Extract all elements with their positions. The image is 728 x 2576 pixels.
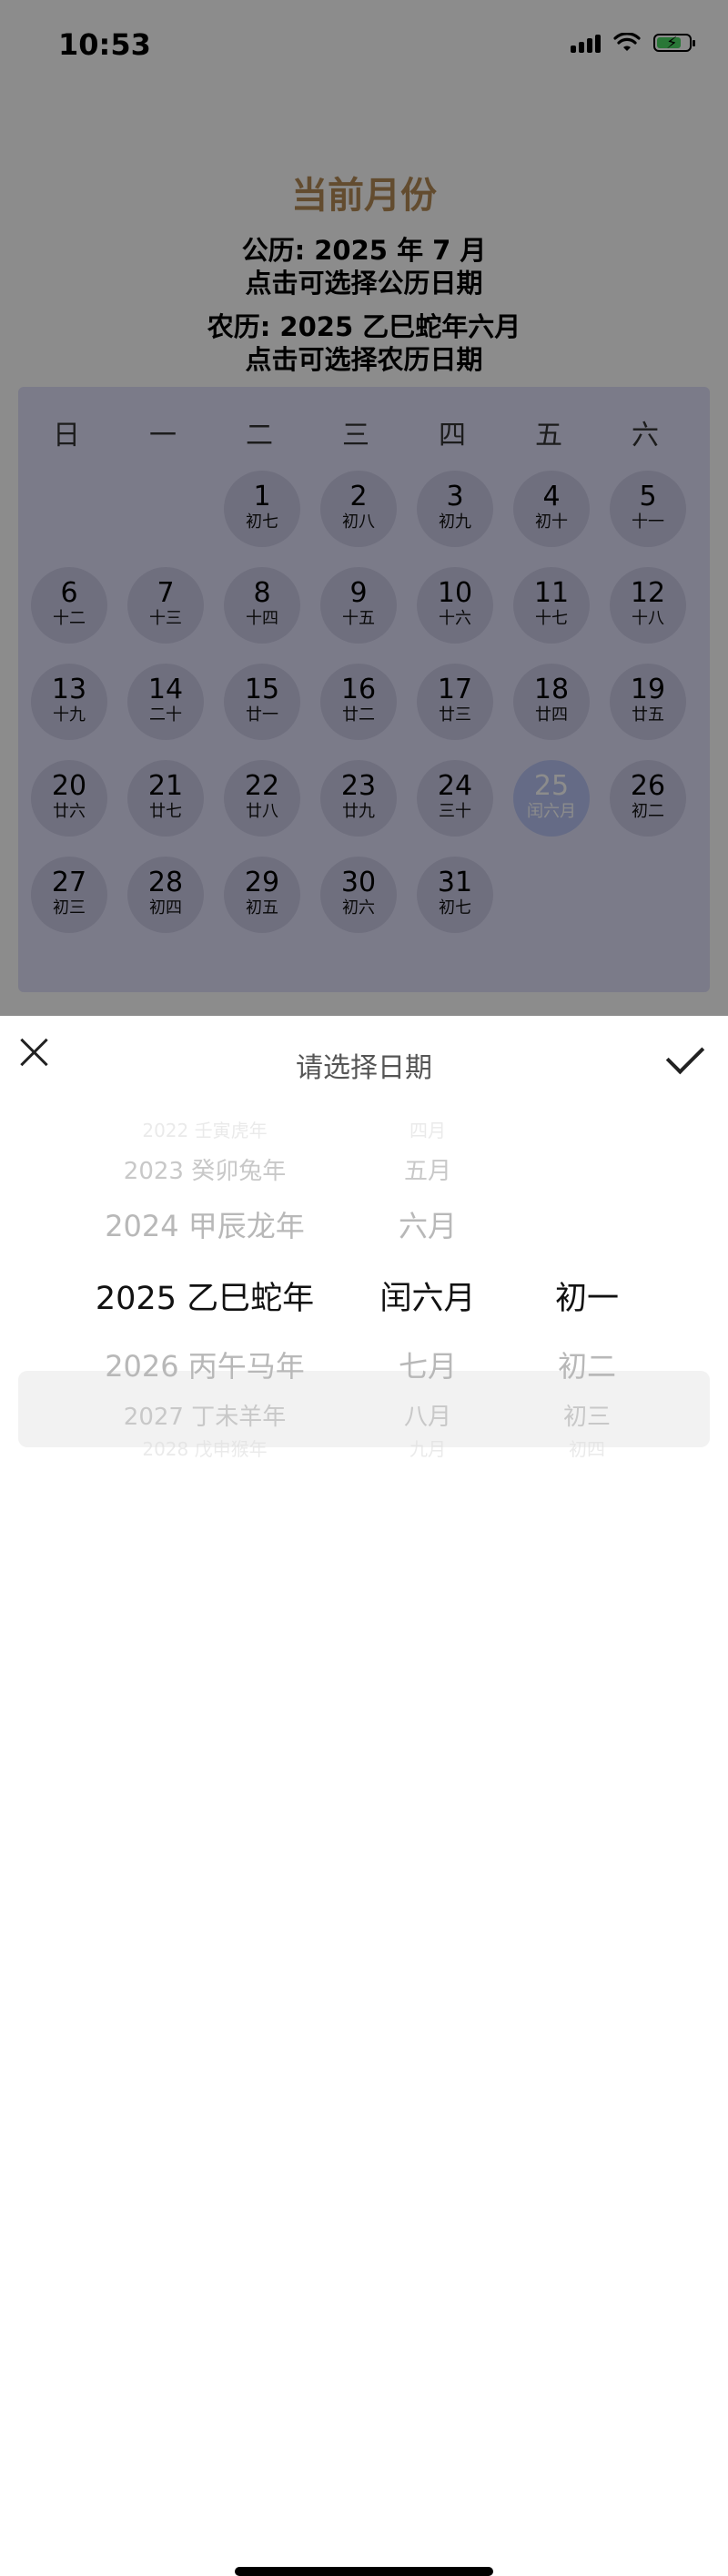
wheel-option-selected[interactable]: 闰六月 — [364, 1273, 491, 1319]
wheel-option-selected[interactable]: 2025 乙巳蛇年 — [91, 1273, 318, 1319]
wheel-option[interactable]: 初四 — [523, 1435, 651, 1461]
wheel-option[interactable]: 初三 — [523, 1398, 651, 1432]
wheel-option[interactable]: 2027 丁未羊年 — [91, 1398, 318, 1432]
wheel-option[interactable]: 五月 — [364, 1152, 491, 1186]
wheel-option[interactable]: 九月 — [364, 1435, 491, 1461]
day-wheel[interactable]: 初一 初二 初三 初四 — [523, 1125, 651, 1460]
wheel-option[interactable]: 2022 壬寅虎年 — [91, 1116, 318, 1142]
wheel-option[interactable]: 八月 — [364, 1398, 491, 1432]
picker-wheels: 2022 壬寅虎年 2023 癸卯兔年 2024 甲辰龙年 2025 乙巳蛇年 … — [0, 1120, 728, 1460]
wheel-option[interactable]: 四月 — [364, 1116, 491, 1142]
wheel-option[interactable]: 2028 戊申猴年 — [91, 1435, 318, 1461]
wheel-option[interactable]: 七月 — [364, 1344, 491, 1385]
wheel-option[interactable]: 2024 甲辰龙年 — [91, 1203, 318, 1245]
year-wheel[interactable]: 2022 壬寅虎年 2023 癸卯兔年 2024 甲辰龙年 2025 乙巳蛇年 … — [91, 1120, 318, 1460]
wheel-option[interactable]: 2023 癸卯兔年 — [91, 1152, 318, 1186]
home-indicator — [235, 2567, 493, 2576]
date-picker-sheet: 请选择日期 2022 壬寅虎年 2023 癸卯兔年 2024 甲辰龙年 2025… — [0, 1016, 728, 2576]
wheel-option-selected[interactable]: 初一 — [523, 1273, 651, 1319]
picker-title: 请选择日期 — [296, 1052, 432, 1084]
wheel-option[interactable]: 六月 — [364, 1203, 491, 1245]
month-wheel[interactable]: 四月 五月 六月 闰六月 七月 八月 九月 — [364, 1120, 491, 1460]
wheel-option[interactable]: 2026 丙午马年 — [91, 1344, 318, 1385]
wheel-option[interactable]: 初二 — [523, 1344, 651, 1385]
checkmark-icon[interactable] — [670, 1036, 710, 1072]
